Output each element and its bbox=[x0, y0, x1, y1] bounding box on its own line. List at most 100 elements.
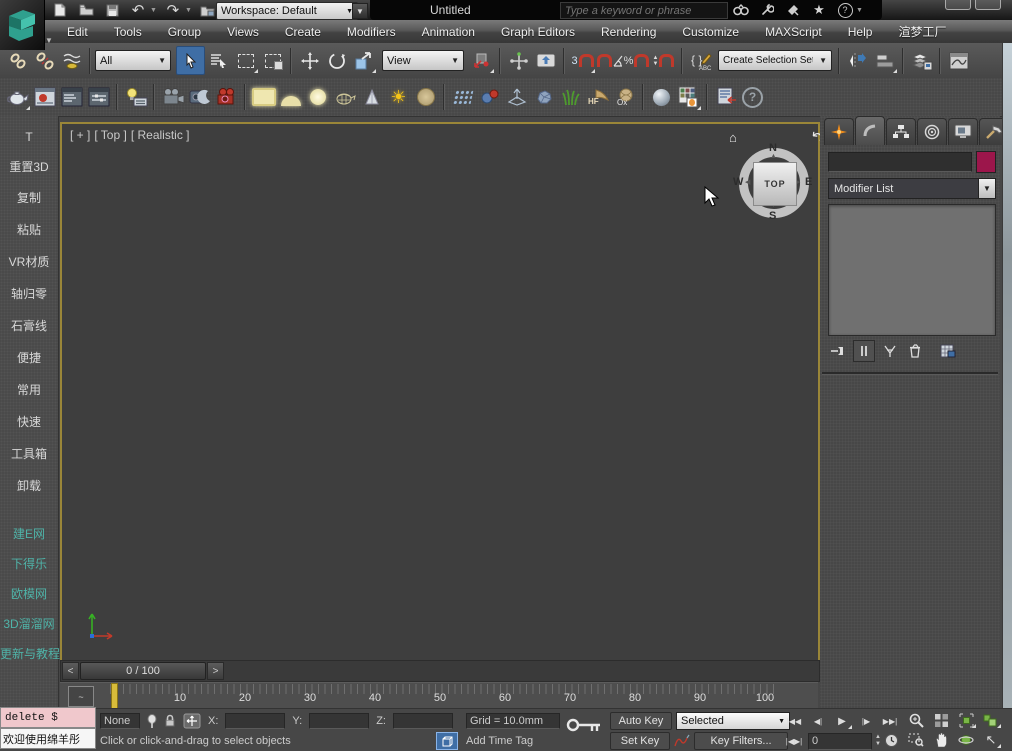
redo-icon[interactable]: ↷ bbox=[163, 2, 183, 19]
vray-stone-icon[interactable] bbox=[530, 84, 557, 111]
help-caret-icon[interactable]: ▼ bbox=[856, 7, 863, 14]
tab-display[interactable] bbox=[948, 118, 978, 145]
viewcube-arrow-up-icon[interactable]: ▲ bbox=[770, 153, 777, 160]
maxscript-listener-message[interactable]: 欢迎使用绵羊彤 bbox=[0, 728, 96, 749]
configure-modifier-sets-icon[interactable] bbox=[938, 341, 958, 361]
camera-standard-icon[interactable] bbox=[159, 84, 186, 111]
ornatrix-icon[interactable]: Ox bbox=[611, 84, 638, 111]
viewcube[interactable]: ⌂ ↶ N S W E ▲ ▼ ◀ ▶ TOP bbox=[725, 134, 821, 230]
sidebar-item-reset-3d[interactable]: 重置3D bbox=[0, 158, 58, 175]
mirror-icon[interactable] bbox=[844, 47, 871, 74]
script-settings-icon[interactable] bbox=[712, 84, 739, 111]
selection-filter-dropdown[interactable]: All▼ bbox=[95, 50, 171, 71]
make-unique-icon[interactable] bbox=[880, 341, 900, 361]
sidebar-item-xiadele-site[interactable]: 下得乐 bbox=[0, 555, 58, 572]
absolute-offset-mode-icon[interactable] bbox=[183, 713, 201, 729]
track-bar[interactable]: ~ 0 10 20 30 40 50 60 70 80 90 100 bbox=[60, 682, 818, 710]
auto-key-button[interactable]: Auto Key bbox=[610, 712, 672, 730]
key-mode-toggle-button[interactable]: |◀▶| bbox=[783, 732, 805, 750]
sidebar-item-common[interactable]: 常用 bbox=[0, 381, 58, 398]
vray-sun-icon[interactable]: ☀ bbox=[385, 84, 412, 111]
viewcube-top-face[interactable]: TOP bbox=[753, 162, 797, 206]
vray-light-ies-icon[interactable] bbox=[358, 84, 385, 111]
viewport-top[interactable]: [ + ] [ Top ] [ Realistic ] ⌂ ↶ N S W E … bbox=[60, 122, 820, 662]
use-pivot-point-icon[interactable] bbox=[468, 47, 495, 74]
workspace-flyout-button[interactable]: ▼ bbox=[352, 3, 368, 19]
y-coordinate-field[interactable] bbox=[309, 713, 369, 729]
pin-stack-icon[interactable] bbox=[828, 341, 848, 361]
time-slider-handle[interactable]: 0 / 100 bbox=[80, 662, 206, 680]
viewport-shading-button[interactable]: [ Realistic ] bbox=[131, 128, 190, 142]
menu-group[interactable]: Group bbox=[155, 25, 214, 39]
align-icon[interactable] bbox=[871, 47, 898, 74]
reference-coordinate-system-dropdown[interactable]: View▼ bbox=[382, 50, 464, 71]
orbit-icon[interactable] bbox=[955, 731, 977, 749]
redo-history-caret-icon[interactable]: ▼ bbox=[185, 7, 192, 14]
menu-maxscript[interactable]: MAXScript bbox=[752, 25, 835, 39]
pin-selection-icon[interactable] bbox=[147, 714, 157, 729]
pan-hand-icon[interactable] bbox=[930, 731, 952, 749]
material-library-icon[interactable] bbox=[675, 84, 702, 111]
vray-fur-grass-icon[interactable] bbox=[557, 84, 584, 111]
help-search-box[interactable] bbox=[560, 2, 728, 19]
vray-light-plane-icon[interactable] bbox=[250, 84, 277, 111]
rendered-frame-window-icon[interactable] bbox=[58, 84, 85, 111]
menu-tools[interactable]: Tools bbox=[101, 25, 155, 39]
camera-physical-red-icon[interactable] bbox=[213, 84, 240, 111]
selection-lock-toggle-icon[interactable] bbox=[164, 714, 176, 728]
vray-proxy-icon[interactable] bbox=[449, 84, 476, 111]
select-object-button[interactable] bbox=[176, 46, 205, 75]
select-and-scale-icon[interactable] bbox=[350, 47, 377, 74]
rectangular-selection-region-icon[interactable] bbox=[232, 47, 259, 74]
sidebar-item-updates-tutorials[interactable]: 更新与教程 bbox=[0, 645, 58, 662]
undo-history-caret-icon[interactable]: ▼ bbox=[150, 7, 157, 14]
time-configuration-icon[interactable] bbox=[880, 731, 902, 749]
vray-light-sphere-icon[interactable] bbox=[304, 84, 331, 111]
percent-snap-toggle-icon[interactable]: % bbox=[623, 47, 650, 74]
search-binoculars-icon[interactable] bbox=[730, 2, 752, 18]
tab-create[interactable] bbox=[824, 118, 854, 145]
menu-create[interactable]: Create bbox=[272, 25, 334, 39]
curve-editor-icon[interactable] bbox=[945, 47, 972, 74]
zoom-tool-icon[interactable] bbox=[905, 711, 927, 729]
new-key-curve-icon[interactable] bbox=[674, 734, 690, 748]
previous-frame-button[interactable]: ◀| bbox=[807, 712, 829, 730]
set-key-button[interactable]: Set Key bbox=[610, 732, 670, 750]
viewcube-west-label[interactable]: W bbox=[733, 176, 743, 188]
show-end-result-icon[interactable] bbox=[853, 340, 875, 362]
sidebar-item-copy[interactable]: 复制 bbox=[0, 189, 58, 206]
zoom-extents-icon[interactable] bbox=[955, 711, 977, 729]
app-logo[interactable] bbox=[0, 0, 45, 50]
current-frame-field[interactable]: 0 bbox=[808, 733, 872, 750]
sidebar-item-quick[interactable]: 快速 bbox=[0, 413, 58, 430]
sidebar-item-oumo-site[interactable]: 欧模网 bbox=[0, 585, 58, 602]
vray-metaball-icon[interactable] bbox=[476, 84, 503, 111]
time-slider-prev-button[interactable]: < bbox=[62, 662, 79, 680]
selected-dropdown[interactable]: Selected▼ bbox=[676, 712, 790, 730]
tab-hierarchy[interactable] bbox=[886, 118, 916, 145]
new-scene-icon[interactable] bbox=[50, 2, 70, 19]
favorites-star-icon[interactable]: ★ bbox=[808, 2, 830, 18]
next-frame-button[interactable]: |▶ bbox=[855, 712, 877, 730]
play-button[interactable]: ▶ bbox=[831, 712, 853, 730]
sidebar-item-uninstall[interactable]: 卸载 bbox=[0, 477, 58, 494]
communication-wrench-icon[interactable] bbox=[756, 2, 778, 18]
hairfarm-icon[interactable]: HF bbox=[584, 84, 611, 111]
project-folder-icon[interactable] bbox=[198, 2, 218, 19]
vray-light-disc-icon[interactable] bbox=[412, 84, 439, 111]
menu-rendering[interactable]: Rendering bbox=[588, 25, 669, 39]
remove-modifier-icon[interactable] bbox=[905, 341, 925, 361]
spinner-snap-toggle-icon[interactable]: ▲▼ bbox=[650, 47, 677, 74]
go-to-end-button[interactable]: ▶▶| bbox=[879, 712, 901, 730]
open-mini-curve-editor-icon[interactable]: ~ bbox=[68, 686, 94, 707]
download-satellite-icon[interactable] bbox=[782, 2, 804, 18]
camera-night-icon[interactable] bbox=[186, 84, 213, 111]
vray-plane-icon[interactable] bbox=[503, 84, 530, 111]
sidebar-item-convenient[interactable]: 便捷 bbox=[0, 349, 58, 366]
sidebar-item-pivot-zero[interactable]: 轴归零 bbox=[0, 285, 58, 302]
x-coordinate-field[interactable] bbox=[225, 713, 285, 729]
maxscript-listener-input[interactable]: delete $ bbox=[0, 707, 96, 728]
window-minimize-button[interactable] bbox=[945, 0, 971, 10]
unlink-selection-icon[interactable] bbox=[31, 47, 58, 74]
viewcube-home-icon[interactable]: ⌂ bbox=[729, 130, 737, 145]
